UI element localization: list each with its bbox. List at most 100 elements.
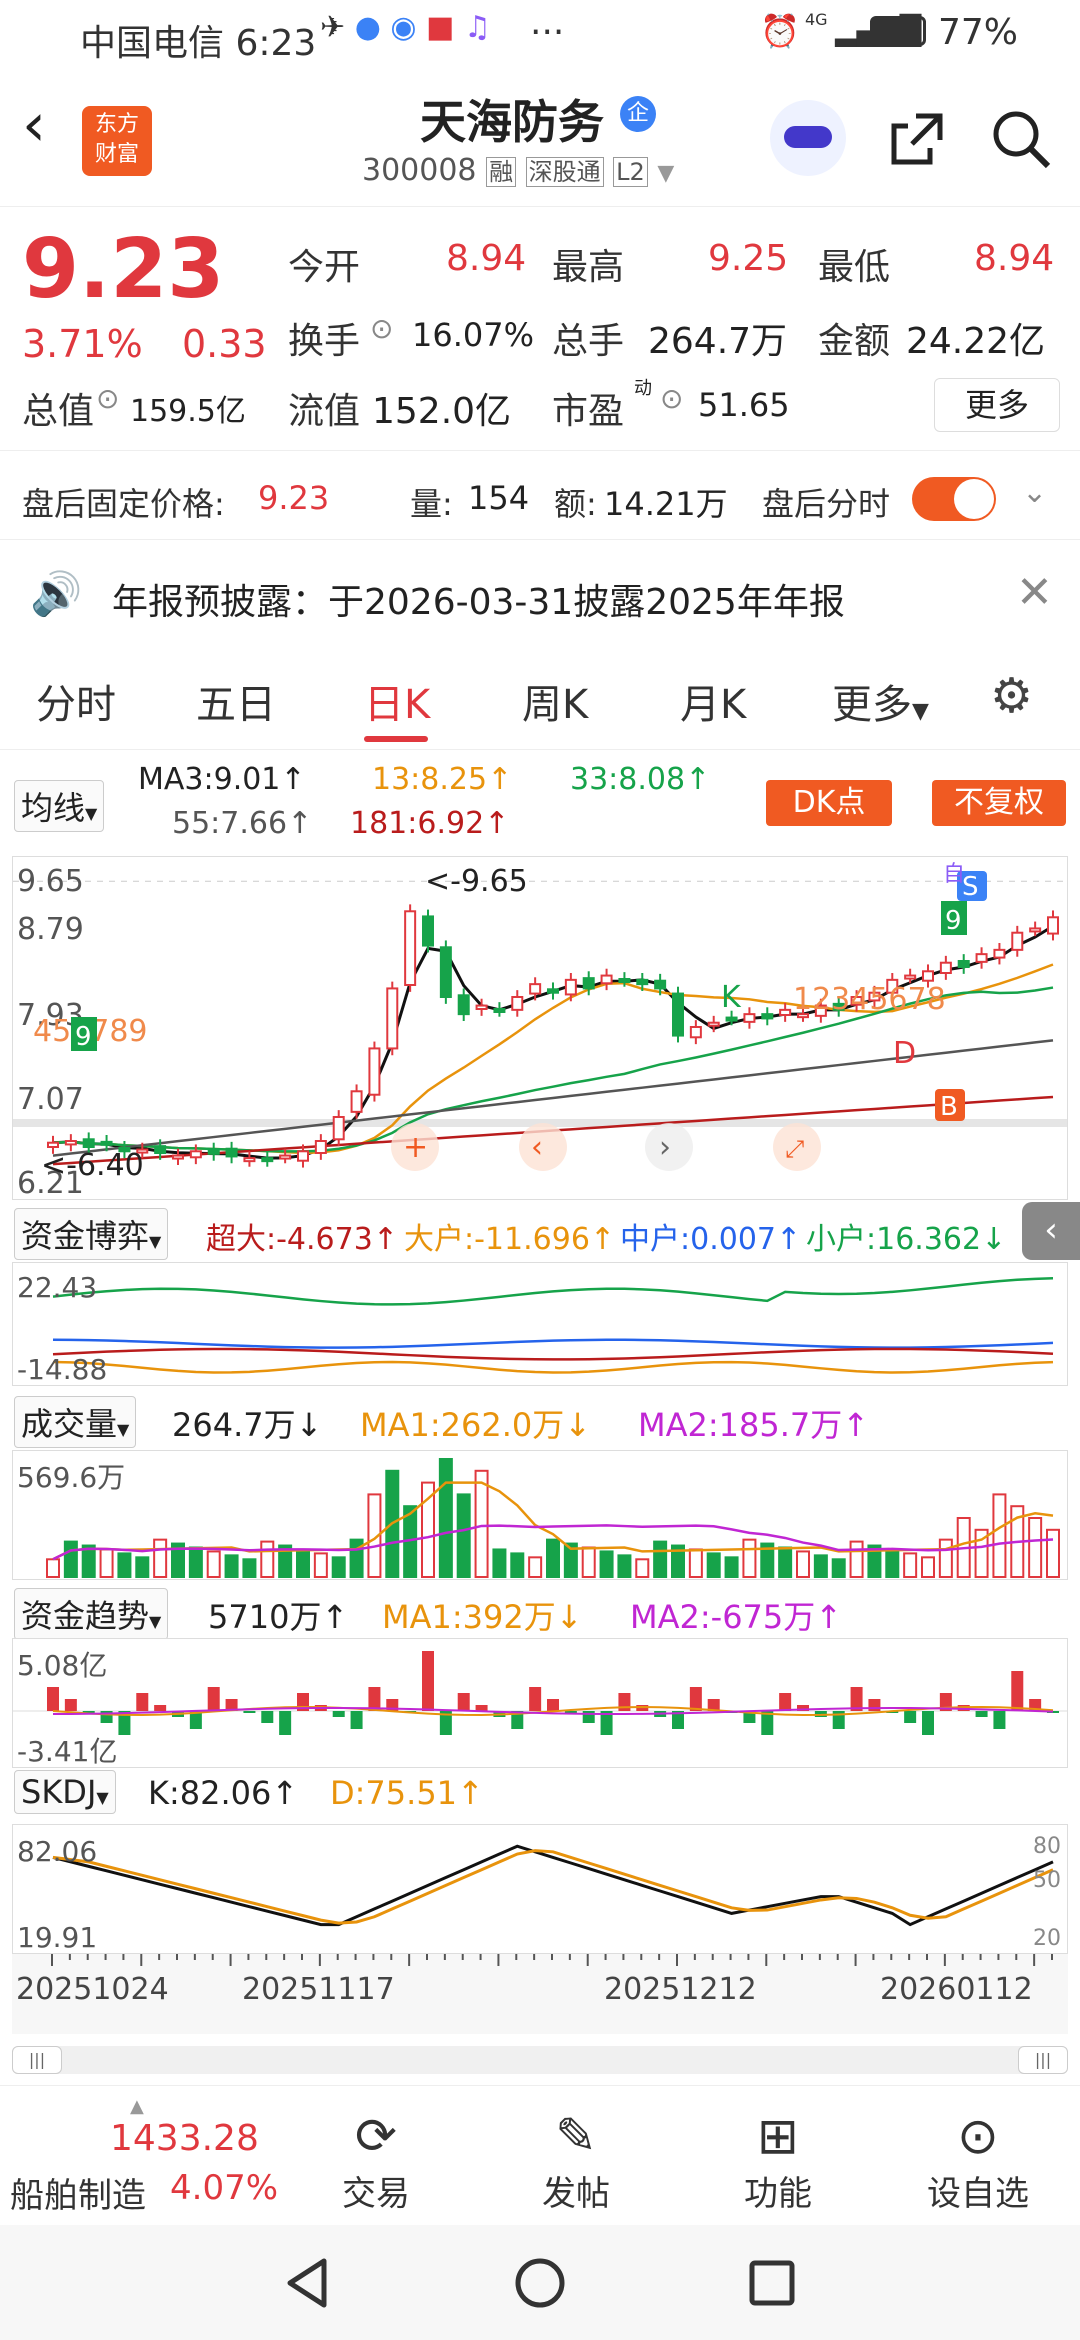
amount-value: 24.22亿	[906, 321, 1046, 362]
skdj-chart[interactable]: 82.06 19.91 80 50 20	[13, 1825, 1067, 1954]
kline-chart[interactable]: 9.65 8.79 7.93 7.07 6.21 <-9.65 <-6.40 K…	[13, 857, 1067, 1201]
tab-more[interactable]: 更多▼	[832, 672, 929, 730]
candle-body	[975, 953, 988, 963]
notice-bar[interactable]: 🔊 年报预披露：于2026-03-31披露2025年年报 ✕	[0, 545, 1080, 645]
date-label-3: 20251212	[604, 1972, 757, 2007]
more-button[interactable]: 更多	[934, 378, 1060, 432]
volume-y-top: 569.6万	[17, 1461, 125, 1494]
tab-daily-k[interactable]: 日K	[364, 672, 430, 730]
afterhours-price-label: 盘后固定价格:	[22, 485, 225, 523]
fund-game-chart[interactable]: 22.43 -14.88	[13, 1263, 1067, 1386]
home-circle-icon[interactable]	[512, 2255, 568, 2311]
candle-body	[654, 979, 667, 990]
triangle-down-icon: ▼	[149, 1232, 162, 1251]
candle-body	[993, 948, 1006, 959]
fund-trend-bar	[207, 1687, 220, 1711]
tab-intraday[interactable]: 分时	[36, 672, 116, 730]
candle-body	[564, 978, 577, 996]
fund-trend-select[interactable]: 资金趋势▼	[14, 1588, 169, 1640]
edit-icon: ✎	[555, 2107, 597, 2165]
skdj-ref-50: 50	[1033, 1868, 1061, 1893]
expand-icon[interactable]: ⤢	[785, 1135, 804, 1163]
back-triangle-icon[interactable]	[280, 2255, 336, 2311]
search-icon[interactable]	[990, 108, 1052, 170]
fund-trend-bar	[547, 1699, 559, 1711]
close-icon[interactable]: ✕	[1016, 567, 1053, 618]
candle-body	[386, 987, 399, 1050]
app-logo[interactable]: 东方 财富	[82, 106, 152, 176]
nav-custom-label: 设自选	[927, 2174, 1029, 2214]
sector-index[interactable]: ▲ 1433.28 船舶制造 4.07%	[10, 2096, 290, 2216]
fund-trend-panel[interactable]: 5.08亿 -3.41亿	[12, 1638, 1068, 1768]
back-button[interactable]: ‹	[22, 90, 46, 160]
volume-bar	[206, 1550, 221, 1578]
fund-trend-ma2: MA2:-675万↑	[630, 1598, 843, 1636]
high-value: 9.25	[708, 238, 789, 279]
chart-scrollbar[interactable]: ||| |||	[12, 2046, 1068, 2074]
volume-panel[interactable]: 569.6万	[12, 1450, 1068, 1580]
fund-trend-bar	[47, 1687, 59, 1711]
arrow-left-icon[interactable]: ‹	[531, 1130, 543, 1165]
volume-legend: 成交量▼ 264.7万↓ MA1:262.0万↓ MA2:185.7万↑	[0, 1390, 1080, 1450]
tab-weekly-k[interactable]: 周K	[522, 672, 588, 730]
nav-trade[interactable]: ⟳ 交易	[306, 2106, 446, 2215]
trade-icon: ⟳	[355, 2107, 397, 2165]
recents-square-icon[interactable]	[744, 2255, 800, 2311]
kline-panel[interactable]: 9.65 8.79 7.93 7.07 6.21 <-9.65 <-6.40 K…	[12, 856, 1068, 1201]
tab-five-day[interactable]: 五日	[196, 672, 276, 730]
float-value: 152.0亿	[372, 391, 512, 432]
info-icon[interactable]: ⊙	[96, 382, 119, 415]
volume-bar	[135, 1556, 150, 1579]
skdj-select[interactable]: SKDJ▼	[14, 1770, 116, 1814]
volume-bar	[331, 1556, 346, 1579]
collapse-panel-button[interactable]: ‹	[1022, 1202, 1080, 1260]
stock-code-row[interactable]: 300008 融 深股通 L2 ▼	[362, 152, 674, 188]
triangle-down-icon: ▼	[85, 804, 98, 823]
candle-body	[225, 1147, 238, 1158]
afterhours-amt-label: 额:	[554, 485, 597, 523]
chevron-down-icon[interactable]: ⌄	[1022, 475, 1047, 510]
signal-b: B	[940, 1092, 958, 1122]
candle-body	[761, 1013, 774, 1020]
volume-chart[interactable]: 569.6万	[13, 1451, 1067, 1579]
nav-custom[interactable]: ⊙ 设自选	[908, 2106, 1048, 2215]
afterhours-toggle[interactable]	[912, 477, 996, 521]
low-label: 最低	[818, 247, 891, 288]
battery-level: 77%	[938, 12, 1019, 53]
dk-point-button[interactable]: DK点	[766, 780, 892, 826]
ma-select[interactable]: 均线▼	[14, 780, 105, 832]
candle-body	[100, 1140, 113, 1146]
robot-assistant-icon[interactable]	[770, 100, 846, 176]
nav-post[interactable]: ✎ 发帖	[506, 2106, 646, 2215]
settings-gear-icon[interactable]: ⚙	[990, 668, 1033, 724]
plus-icon[interactable]: +	[403, 1130, 428, 1165]
fund-trend-bar	[154, 1705, 167, 1711]
amount-label: 金额	[818, 321, 891, 362]
fund-trend-bar	[868, 1699, 881, 1711]
sector-index-name: 船舶制造	[10, 2176, 146, 2216]
candle-body	[350, 1090, 363, 1113]
candle-body	[600, 974, 613, 985]
nav-function[interactable]: ⊞ 功能	[708, 2106, 848, 2215]
more-notifications: ···	[530, 12, 565, 53]
info-icon[interactable]: ⊙	[370, 312, 393, 345]
tab-monthly-k[interactable]: 月K	[680, 672, 746, 730]
scroll-handle-left[interactable]: |||	[12, 2046, 62, 2074]
info-icon[interactable]: ⊙	[660, 382, 683, 415]
share-icon[interactable]	[886, 108, 948, 170]
td-seq-9-left: 9	[75, 1022, 92, 1052]
triangle-down-icon: ▼	[149, 1612, 162, 1631]
skdj-panel[interactable]: 82.06 19.91 80 50 20	[12, 1824, 1068, 1954]
candle-body	[582, 977, 595, 990]
fund-trend-chart[interactable]: 5.08亿 -3.41亿	[13, 1639, 1067, 1768]
fund-game-panel[interactable]: 22.43 -14.88	[12, 1262, 1068, 1386]
scroll-handle-right[interactable]: |||	[1018, 2046, 1068, 2074]
volume-select[interactable]: 成交量▼	[14, 1396, 137, 1448]
volume-bar	[492, 1548, 507, 1578]
fund-trend-bar	[279, 1711, 292, 1735]
no-adjust-button[interactable]: 不复权	[932, 780, 1066, 826]
arrow-right-icon[interactable]: ›	[659, 1130, 671, 1165]
fund-game-select[interactable]: 资金博弈▼	[14, 1208, 169, 1260]
skdj-d: D:75.51↑	[330, 1774, 484, 1812]
triangle-down-icon: ▼	[117, 1420, 130, 1439]
